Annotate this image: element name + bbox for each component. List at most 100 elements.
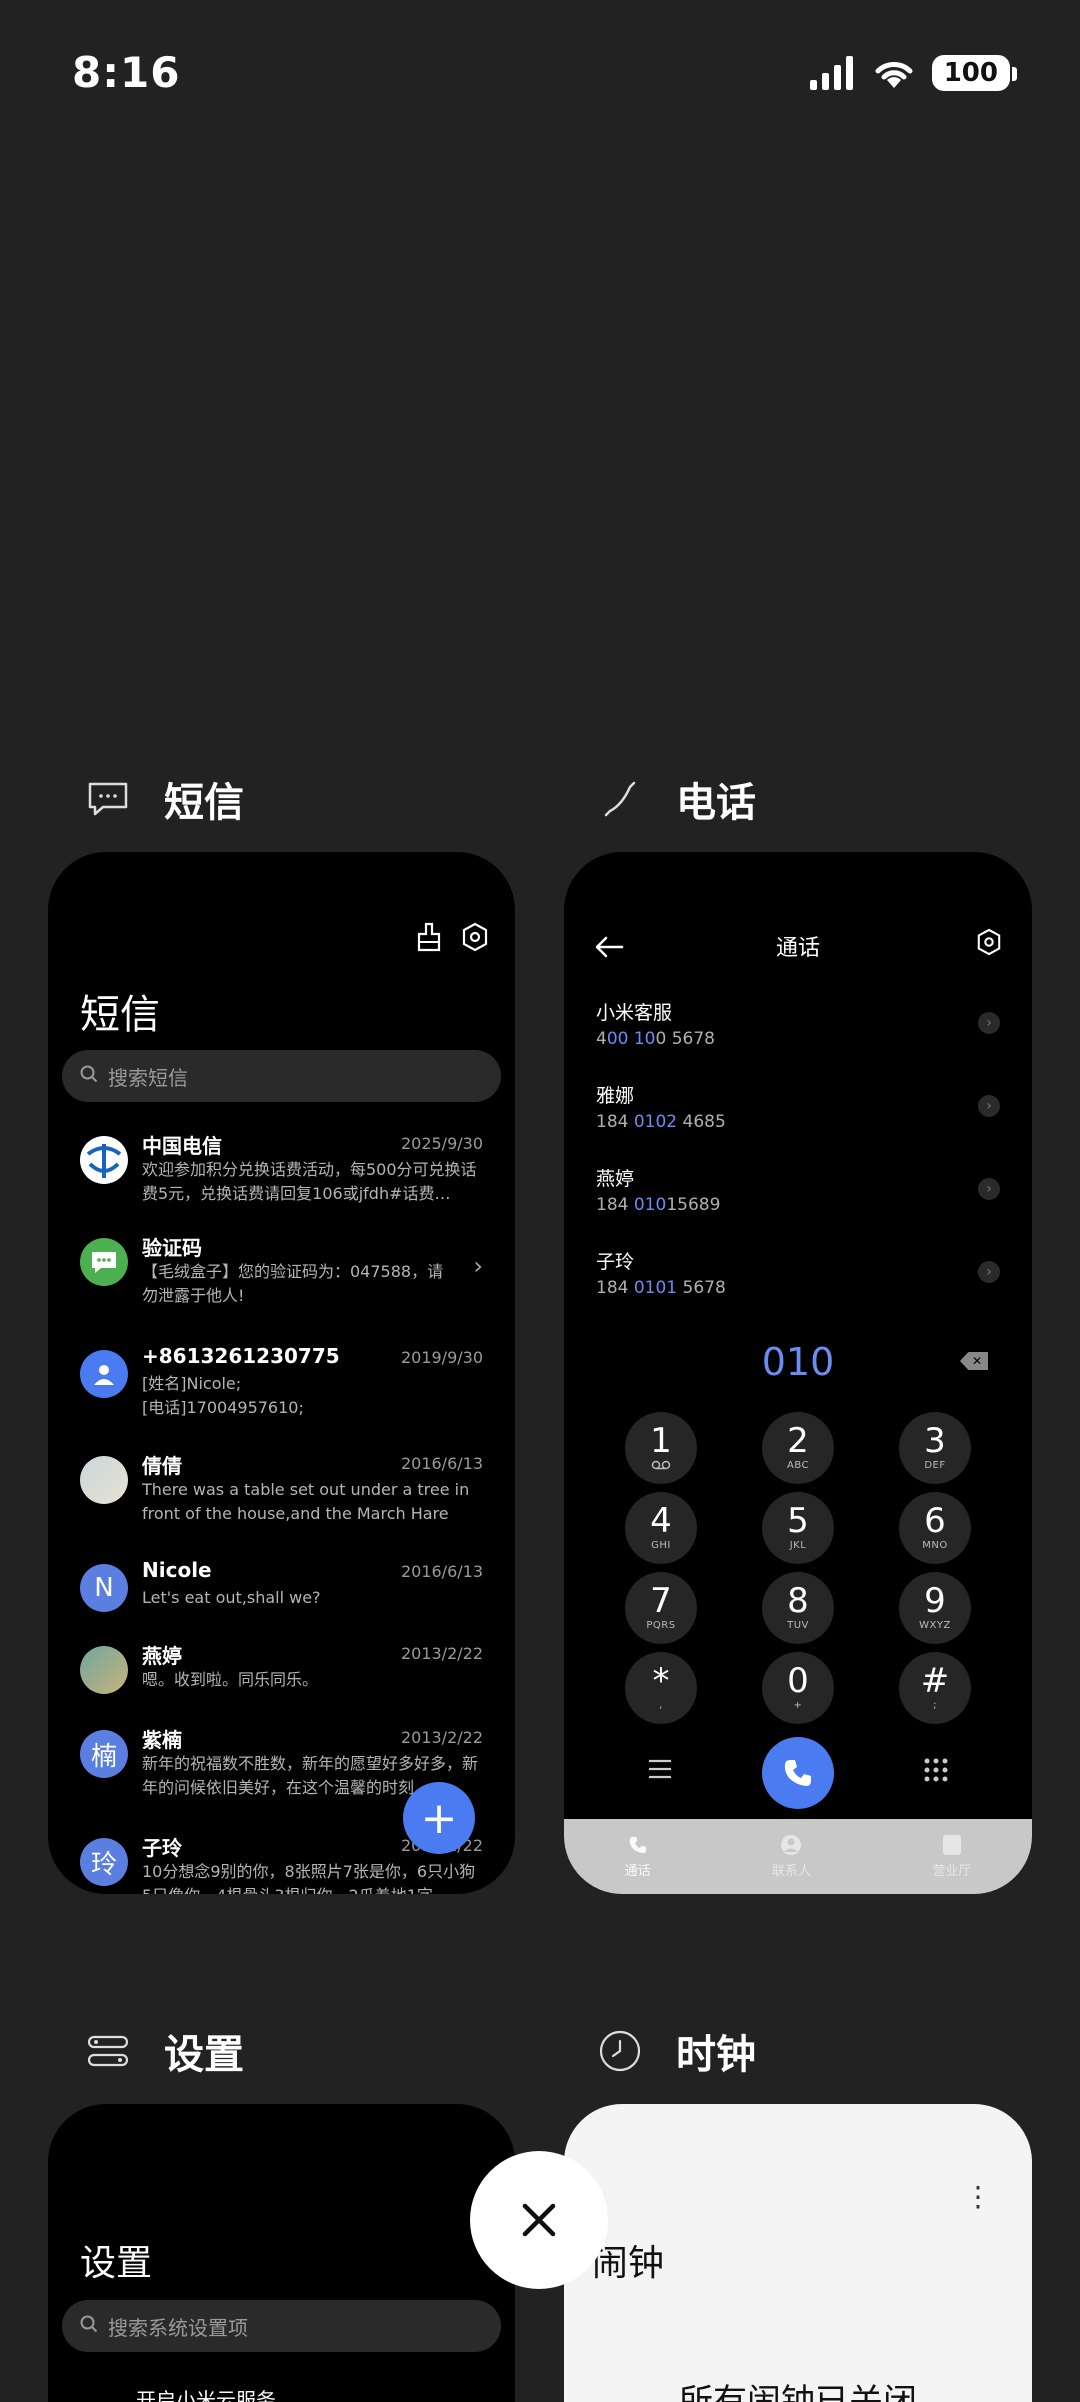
message-sender: Nicole	[142, 1558, 212, 1582]
message-icon	[82, 773, 134, 825]
dialer-toolbar: 通话	[564, 928, 1032, 968]
phone-app-header[interactable]: 电话	[594, 770, 756, 828]
contact-photo-avatar	[80, 1456, 128, 1504]
menu-icon[interactable]	[647, 1757, 673, 1785]
chevron-right-icon: ›	[473, 1252, 483, 1280]
dial-key-3[interactable]: 3 DEF	[899, 1412, 971, 1484]
message-item-4[interactable]: N Nicole 2016/6/13 Let's eat out,shall w…	[48, 1558, 515, 1650]
message-sender: 紫楠	[142, 1728, 182, 1752]
message-item-3[interactable]: 倩倩 2016/6/13 There was a table set out u…	[48, 1450, 515, 1542]
settings-app-card[interactable]: 设置 搜索系统设置项 开启小米云服务	[48, 2104, 515, 2402]
chevron-right-icon[interactable]: ›	[978, 1261, 1000, 1283]
dialer-title: 通话	[775, 936, 820, 961]
new-message-button[interactable]: +	[403, 1782, 475, 1854]
message-item-2[interactable]: +8613261230775 2019/9/30 [姓名]Nicole; [电话…	[48, 1344, 515, 1436]
tab-service-hall[interactable]: 营业厅	[932, 1834, 971, 1879]
contact-suggestion-2[interactable]: 燕婷 184 01015689 ›	[596, 1164, 1000, 1234]
contact-number: 184 0102 4685	[596, 1112, 726, 1132]
clear-all-button[interactable]	[470, 2151, 608, 2289]
dial-key-4[interactable]: 4 GHI	[625, 1492, 697, 1564]
chevron-right-icon[interactable]: ›	[978, 1095, 1000, 1117]
clock-app-card[interactable]: ⋮ 闹钟 所有闹钟已关闭	[564, 2104, 1032, 2402]
dialer-tab-bar: 通话 联系人 营业厅	[564, 1819, 1032, 1894]
settings-icon[interactable]	[461, 922, 489, 952]
clock-app-label: 时钟	[676, 2032, 756, 2078]
contact-suggestion-3[interactable]: 子玲 184 0101 5678 ›	[596, 1247, 1000, 1317]
message-preview: [姓名]Nicole; [电话]17004957610;	[142, 1374, 304, 1417]
message-date: 2025/9/30	[400, 1134, 483, 1153]
settings-app-header[interactable]: 设置	[82, 2022, 244, 2080]
settings-item-cloud[interactable]: 开启小米云服务	[136, 2384, 276, 2402]
contact-number: 184 01015689	[596, 1195, 721, 1215]
settings-search-input[interactable]: 搜索系统设置项	[62, 2300, 501, 2352]
sms-search-input[interactable]: 搜索短信	[62, 1050, 501, 1102]
contact-name: 雅娜	[596, 1085, 635, 1107]
china-telecom-logo	[80, 1136, 128, 1184]
clean-icon[interactable]	[415, 922, 443, 952]
more-options-icon[interactable]: ⋮	[964, 2180, 992, 2213]
message-preview: There was a table set out under a tree i…	[142, 1480, 470, 1523]
dial-key-6[interactable]: 6 MNO	[899, 1492, 971, 1564]
keypad-grid-icon[interactable]	[923, 1757, 949, 1787]
sms-search-placeholder: 搜索短信	[108, 1065, 188, 1090]
dial-key-7[interactable]: 7 PQRS	[625, 1572, 697, 1644]
contact-suggestion-0[interactable]: 小米客服 400 100 5678 ›	[596, 998, 1000, 1068]
settings-icon[interactable]	[976, 928, 1002, 960]
tab-contacts[interactable]: 联系人	[772, 1834, 811, 1879]
close-icon	[522, 2203, 556, 2237]
message-item-1[interactable]: 验证码 【毛绒盒子】您的验证码为：047588，请勿泄露于他人! ›	[48, 1232, 515, 1324]
message-sender: 中国电信	[142, 1134, 222, 1158]
search-icon	[80, 1064, 98, 1088]
phone-app-card[interactable]: 通话 小米客服 400 100 5678 › 雅娜 184 0102 4685 …	[564, 852, 1032, 1894]
contacts-icon	[779, 1834, 803, 1856]
dial-key-star[interactable]: *,	[625, 1652, 697, 1724]
letter-avatar: 玲	[80, 1838, 128, 1886]
message-sender: 倩倩	[142, 1454, 182, 1478]
dial-key-hash[interactable]: #;	[899, 1652, 971, 1724]
chevron-right-icon[interactable]: ›	[978, 1012, 1000, 1034]
clock-app-header[interactable]: 时钟	[594, 2022, 756, 2080]
settings-app-label: 设置	[164, 2032, 244, 2078]
settings-search-placeholder: 搜索系统设置项	[108, 2315, 248, 2340]
message-sender: +8613261230775	[142, 1344, 340, 1368]
message-item-5[interactable]: 燕婷 2013/2/22 嗯。收到啦。同乐同乐。	[48, 1640, 515, 1732]
sms-page-title: 短信	[80, 992, 160, 1038]
contact-suggestion-1[interactable]: 雅娜 184 0102 4685 ›	[596, 1081, 1000, 1151]
dial-action-row	[564, 1737, 1032, 1809]
dial-key-9[interactable]: 9 WXYZ	[899, 1572, 971, 1644]
tab-calls[interactable]: 通话	[625, 1834, 651, 1879]
dial-key-0[interactable]: 0 +	[762, 1652, 834, 1724]
dial-key-8[interactable]: 8 TUV	[762, 1572, 834, 1644]
sms-toolbar	[415, 922, 489, 952]
search-icon	[80, 2314, 98, 2338]
sms-app-header[interactable]: 短信	[82, 770, 244, 828]
message-preview: 欢迎参加积分兑换话费活动，每500分可兑换话费5元，兑换话费请回复106或jfd…	[142, 1160, 477, 1203]
call-button[interactable]	[762, 1737, 834, 1809]
alarms-empty-state: 所有闹钟已关闭	[679, 2382, 917, 2402]
dial-key-2[interactable]: 2 ABC	[762, 1412, 834, 1484]
message-date: 2016/6/13	[400, 1454, 483, 1473]
message-preview: Let's eat out,shall we?	[142, 1588, 321, 1607]
message-preview: 10分想念9别的你，8张照片7张是你，6只小狗5只像你，4根骨头3根归你，2瓜着…	[142, 1862, 476, 1894]
settings-toggles-icon	[82, 2025, 134, 2077]
message-date: 2013/2/22	[400, 1644, 483, 1663]
battery-indicator: 100	[931, 55, 1018, 91]
message-date: 2013/2/22	[400, 1728, 483, 1747]
sms-app-card[interactable]: 短信 搜索短信 中国电信 2025/9/30 欢迎参加积分兑换话费活动，每500…	[48, 852, 515, 1894]
dial-key-1[interactable]: 1	[625, 1412, 697, 1484]
contact-name: 燕婷	[596, 1168, 635, 1190]
settings-page-title: 设置	[80, 2243, 153, 2284]
message-sender: 验证码	[142, 1236, 202, 1260]
message-item-0[interactable]: 中国电信 2025/9/30 欢迎参加积分兑换话费活动，每500分可兑换话费5元…	[48, 1130, 515, 1222]
contact-name: 子玲	[596, 1251, 635, 1273]
message-sender: 子玲	[142, 1836, 182, 1860]
letter-avatar: N	[80, 1564, 128, 1612]
chevron-right-icon[interactable]: ›	[978, 1178, 1000, 1200]
dial-key-5[interactable]: 5 JKL	[762, 1492, 834, 1564]
contact-name: 小米客服	[596, 1002, 673, 1024]
person-avatar-icon	[80, 1350, 128, 1398]
clock-icon	[594, 2025, 646, 2077]
message-sender: 燕婷	[142, 1644, 182, 1668]
status-time: 8:16	[72, 48, 181, 97]
wifi-icon	[875, 62, 913, 88]
